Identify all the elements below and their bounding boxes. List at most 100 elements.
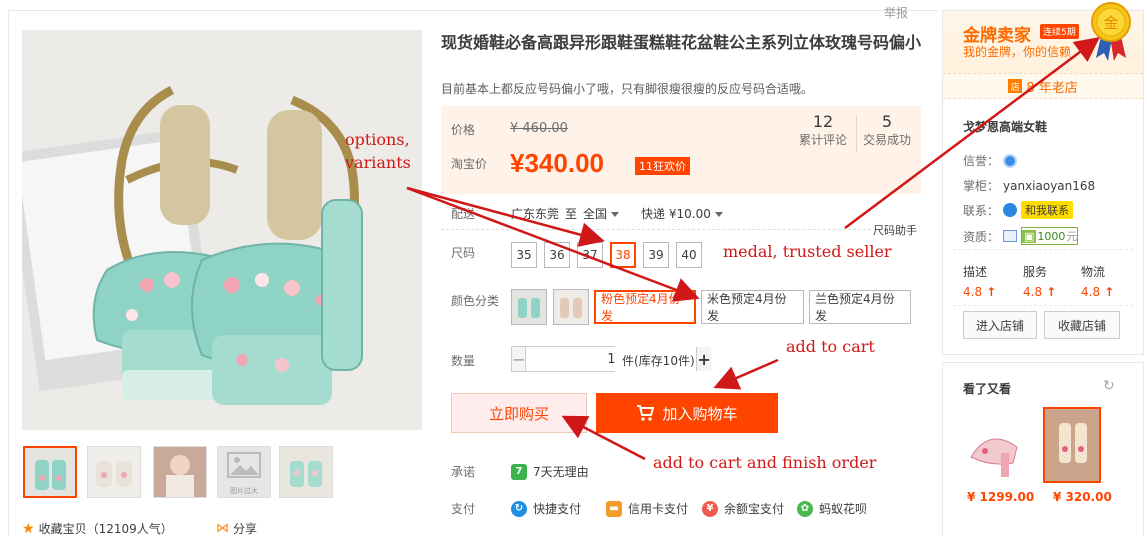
- promo-price: ¥340.00: [510, 148, 604, 178]
- swatch-shoe-image: [554, 290, 588, 324]
- medal-char: 金: [1103, 14, 1118, 32]
- payment-yuebao: ¥ 余额宝支付: [702, 500, 784, 517]
- thumbnail-2[interactable]: [87, 446, 141, 498]
- color-swatch-image-1[interactable]: [511, 289, 547, 325]
- dsr-service: 服务 4.8: [1023, 263, 1056, 299]
- dsr-label: 物流: [1081, 265, 1106, 279]
- refresh-icon[interactable]: ↻: [1103, 378, 1115, 394]
- payment-credit-card: ▬ 信用卡支付: [606, 500, 688, 517]
- store-icon: 店: [1008, 79, 1023, 93]
- sales-stat[interactable]: 5 交易成功: [857, 112, 917, 148]
- credit-card-icon: ▬: [606, 500, 622, 517]
- credit-row: 信誉：: [963, 152, 1018, 169]
- annotation-medal: medal, trusted seller: [723, 242, 892, 261]
- dsr-label: 服务: [1023, 265, 1048, 279]
- quantity-decrease-button[interactable]: −: [512, 347, 526, 371]
- shop-name-link[interactable]: 戈梦恩高端女鞋: [963, 118, 1047, 135]
- collect-shop-button[interactable]: 收藏店铺: [1044, 311, 1120, 339]
- dsr-label: 描述: [963, 265, 988, 279]
- recommend-item-2-price: ¥ 320.00: [1053, 490, 1112, 504]
- credit-diamond-icon[interactable]: [1003, 153, 1018, 168]
- keeper-label: 掌柜：: [963, 179, 1000, 193]
- quantity-label: 数量: [451, 354, 476, 368]
- deposit-icon: ▣: [1022, 229, 1037, 243]
- deposit-badge[interactable]: ▣ 1000 元: [1021, 227, 1079, 245]
- favorite-label: 收藏宝贝（12109人气）: [38, 522, 173, 536]
- main-product-photo[interactable]: [22, 30, 422, 430]
- divider: [953, 249, 1133, 250]
- sales-label: 交易成功: [862, 133, 911, 147]
- divider: [441, 229, 871, 230]
- share-label: 分享: [233, 522, 258, 536]
- id-card-icon[interactable]: [1003, 230, 1018, 242]
- reviews-count: 12: [812, 112, 834, 131]
- promise-item[interactable]: 7 7天无理由: [511, 463, 589, 480]
- buy-now-button[interactable]: 立即购买: [451, 393, 587, 433]
- quantity-stepper: − +: [511, 346, 711, 372]
- recommend-shoe-image: [1045, 409, 1099, 481]
- shipping-to-word: 至: [565, 207, 578, 221]
- add-to-cart-button[interactable]: 加入购物车: [596, 393, 778, 433]
- shipping-destination-select[interactable]: 全国: [583, 205, 619, 222]
- size-helper-link[interactable]: 尺码助手: [873, 222, 917, 238]
- color-option-pink[interactable]: 粉色预定4月份发: [594, 290, 696, 324]
- color-option-beige[interactable]: 米色预定4月份发: [701, 290, 804, 324]
- thumbnail-4[interactable]: 图片过大: [217, 446, 271, 498]
- shipping-label: 配送: [451, 207, 476, 221]
- quantity-increase-button[interactable]: +: [697, 347, 711, 371]
- size-option-38[interactable]: 38: [610, 242, 636, 268]
- keeper-row: 掌柜： yanxiaoyan168: [963, 177, 1095, 194]
- recommend-item-2-image[interactable]: [1043, 407, 1101, 483]
- thumbnail-placeholder-text: 图片过大: [230, 487, 258, 495]
- contact-me-label: 和我联系: [1025, 204, 1070, 217]
- gold-seller-subtitle: 我的金牌，你的信赖: [963, 45, 1072, 59]
- seven-day-return-icon: 7: [511, 463, 527, 480]
- keeper-name[interactable]: yanxiaoyan168: [1003, 179, 1095, 193]
- shoe-photo-illustration: [22, 30, 422, 430]
- reviews-stat[interactable]: 12 累计评论: [793, 112, 853, 148]
- original-price: ¥ 460.00: [510, 121, 568, 136]
- color-option-blue[interactable]: 兰色预定4月份发: [809, 290, 911, 324]
- size-option-36[interactable]: 36: [544, 242, 570, 268]
- yuebao-icon: ¥: [702, 500, 718, 517]
- thumbnail-shoe-image: [25, 448, 75, 496]
- enter-shop-button[interactable]: 进入店铺: [963, 311, 1037, 339]
- payment-huabei: ✿ 蚂蚁花呗: [797, 500, 867, 517]
- report-link[interactable]: 举报: [884, 4, 908, 21]
- wangwang-icon[interactable]: [1003, 203, 1018, 217]
- reviews-label: 累计评论: [798, 133, 847, 147]
- image-placeholder-icon: [227, 452, 261, 478]
- shipping-express-select[interactable]: 快递 ¥10.00: [641, 205, 723, 222]
- contact-me-button[interactable]: 和我联系: [1021, 201, 1074, 219]
- color-label: 颜色分类: [451, 294, 500, 308]
- size-option-37[interactable]: 37: [577, 242, 603, 268]
- thumbnail-3[interactable]: [153, 446, 207, 498]
- dsr-description: 描述 4.8: [963, 263, 996, 299]
- promo-price-label: 淘宝价: [451, 157, 488, 171]
- recommend-title: 看了又看: [963, 382, 1012, 396]
- dsr-logistics: 物流 4.8: [1081, 263, 1114, 299]
- favorite-item-button[interactable]: ★ 收藏宝贝（12109人气）: [22, 520, 173, 536]
- color-swatch-image-2[interactable]: [553, 289, 589, 325]
- shipping-row: 广东东莞 至 全国 快递 ¥10.00: [511, 205, 723, 222]
- size-option-40[interactable]: 40: [676, 242, 702, 268]
- recommend-panel: 看了又看 ↻ ¥ 1299.00 ¥ 320.00: [942, 362, 1144, 536]
- store-age-text: 8 年老店: [1026, 80, 1078, 96]
- buy-now-label: 立即购买: [488, 404, 549, 423]
- contact-row: 联系： 和我联系: [963, 201, 1074, 219]
- size-option-35[interactable]: 35: [511, 242, 537, 268]
- size-option-39[interactable]: 39: [643, 242, 669, 268]
- star-icon: ★: [22, 520, 35, 536]
- thumbnail-5[interactable]: [279, 446, 333, 498]
- promise-text: 7天无理由: [533, 465, 589, 479]
- share-icon: ⋈: [216, 521, 229, 536]
- credit-label: 信誉：: [963, 154, 1000, 168]
- huabei-icon: ✿: [797, 500, 813, 517]
- thumbnail-1[interactable]: [23, 446, 77, 498]
- dsr-score: 4.8: [1023, 285, 1056, 299]
- recommend-item-1-image[interactable]: [965, 407, 1023, 483]
- share-button[interactable]: ⋈ 分享: [216, 520, 257, 536]
- annotation-add-to-cart: add to cart: [786, 337, 875, 356]
- product-title: 现货婚鞋必备高跟异形跟鞋蛋糕鞋花盆鞋公主系列立体玫瑰号码偏小: [441, 33, 922, 52]
- add-to-cart-label: 加入购物车: [662, 404, 738, 423]
